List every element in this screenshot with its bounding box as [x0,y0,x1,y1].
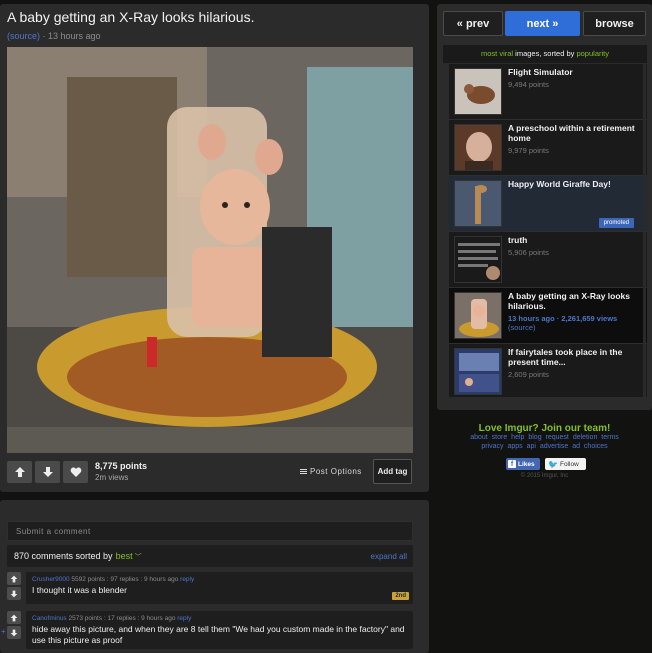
gallery-sort-label: most viral images, sorted by popularity [443,45,647,63]
gallery-sort-text: images, sorted by [513,49,577,58]
gallery-item[interactable]: Flight Simulator 9,494 points [449,64,647,120]
promoted-badge: promoted [598,218,634,228]
gallery-item-title: If fairytales took place in the present … [508,347,623,367]
arrow-down-icon [42,467,53,477]
gallery-section-select[interactable]: most viral [481,49,513,58]
gallery-item-current[interactable]: A baby getting an X-Ray looks hilarious.… [449,288,647,344]
chevron-down-icon: ﹀ [134,554,142,561]
facebook-like-label: Likes [518,460,535,468]
comment-sort-select[interactable]: best [116,551,133,561]
post-options-label: Post Options [310,467,362,476]
comment-meta: Canofminus 2573 points : 17 replies : 9 … [32,615,407,622]
comment-upvote-button[interactable] [7,611,21,624]
copyright: © 2015 Imgur, Inc [520,473,569,479]
post-views: 2m views [95,473,129,482]
comment-votes [7,611,23,641]
gallery-item-title: truth [508,235,528,245]
comment-input[interactable]: Submit a comment [7,521,413,541]
gallery-item-source[interactable]: (source) [508,323,536,332]
comment-body: Crusher9000 5592 points : 97 replies : 9… [26,572,413,604]
comment-text: hide away this picture, and when they ar… [32,624,405,645]
gallery-item-points: 5,906 points [508,248,549,257]
gallery-item-points: 13 hours ago · 2,261,659 views [508,314,618,323]
gallery-thumbnail [454,124,502,171]
gallery-item-points: 2,609 points [508,370,549,379]
menu-icon [300,469,307,474]
comment-downvote-button[interactable] [7,587,21,600]
post-image [7,47,413,453]
upvote-button[interactable] [7,461,32,483]
gallery-item-title: Happy World Giraffe Day! [508,179,611,189]
post-meta: (source) · 13 hours ago [7,31,101,41]
post-title: A baby getting an X-Ray looks hilarious. [7,9,255,25]
next-button[interactable]: next » [505,11,580,36]
gallery-scrollbar[interactable] [643,64,646,397]
prev-button[interactable]: « prev [443,11,503,36]
gallery-item-title: Flight Simulator [508,67,573,77]
arrow-up-icon [14,467,25,477]
join-team-link[interactable]: Love Imgur? Join our team! [437,423,652,434]
comments-header: 870 comments sorted by best ﹀ expand all [7,545,413,567]
gallery-thumbnail [454,348,502,395]
gallery-item[interactable]: Happy World Giraffe Day! promoted [449,176,647,232]
comment-meta: Crusher9000 5592 points : 97 replies : 9… [32,576,407,583]
gallery-item[interactable]: truth 5,906 points [449,232,647,288]
arrow-up-icon [10,575,18,582]
add-tag-button[interactable]: Add tag [373,459,412,484]
favorite-button[interactable] [63,461,88,483]
gallery-item[interactable]: A preschool within a retirement home 9,9… [449,120,647,176]
gallery-sort-select[interactable]: popularity [576,49,609,58]
comment-stats: 2573 points : 17 replies : 9 hours ago [66,615,178,622]
post-options-button[interactable]: Post Options [300,467,362,476]
heart-icon [70,467,81,477]
gallery-item-title: A preschool within a retirement home [508,123,635,143]
comment-upvote-button[interactable] [7,572,21,585]
reply-link[interactable]: reply [180,576,194,583]
gallery-item-points: 9,494 points [508,80,549,89]
comment-stats: 5592 points : 97 replies : 9 hours ago [69,576,181,583]
reply-link[interactable]: reply [177,615,191,622]
post-time: · 13 hours ago [40,31,101,41]
facebook-icon: f [508,460,516,468]
facebook-like-button[interactable]: f Likes [506,458,540,470]
post-stats: 8,775 points 2m views [95,461,147,482]
footer-links-row1[interactable]: about store help blog request deletion t… [452,434,637,441]
comment-count: 870 comments sorted by best ﹀ [14,551,142,562]
twitter-follow-label: Follow [559,460,579,468]
footer-links-row2[interactable]: privacy apps api advertise ad choices [452,443,637,450]
gallery-item-title: A baby getting an X-Ray looks hilarious. [508,291,631,311]
twitter-follow-button[interactable]: 🐦 Follow [545,458,586,470]
comment-body: Canofminus 2573 points : 17 replies : 9 … [26,611,413,649]
rank-badge: 2nd [392,592,409,600]
comment-downvote-button[interactable] [7,626,21,639]
gallery-thumbnail [454,236,502,283]
comment-author[interactable]: Crusher9000 [32,576,70,583]
arrow-down-icon [10,590,18,597]
post-points: 8,775 points [95,461,148,471]
expand-replies-icon[interactable]: + [1,627,6,636]
expand-all-link[interactable]: expand all [371,552,407,561]
gallery-item-points: 9,979 points [508,146,549,155]
arrow-up-icon [10,614,18,621]
gallery-thumbnail [454,180,502,227]
gallery-thumbnail [454,292,502,339]
downvote-button[interactable] [35,461,60,483]
twitter-bird-icon: 🐦 [548,459,558,469]
browse-button[interactable]: browse [583,11,646,36]
arrow-down-icon [10,629,18,636]
comment-count-label: 870 comments sorted by [14,551,113,561]
comment-text: I thought it was a blender [32,585,127,595]
gallery-list: Flight Simulator 9,494 points A preschoo… [449,64,647,397]
comment-author[interactable]: Canofminus [32,615,67,622]
gallery-thumbnail [454,68,502,115]
post-source-link[interactable]: (source) [7,31,40,41]
comment-votes [7,572,23,602]
gallery-item[interactable]: If fairytales took place in the present … [449,344,647,397]
